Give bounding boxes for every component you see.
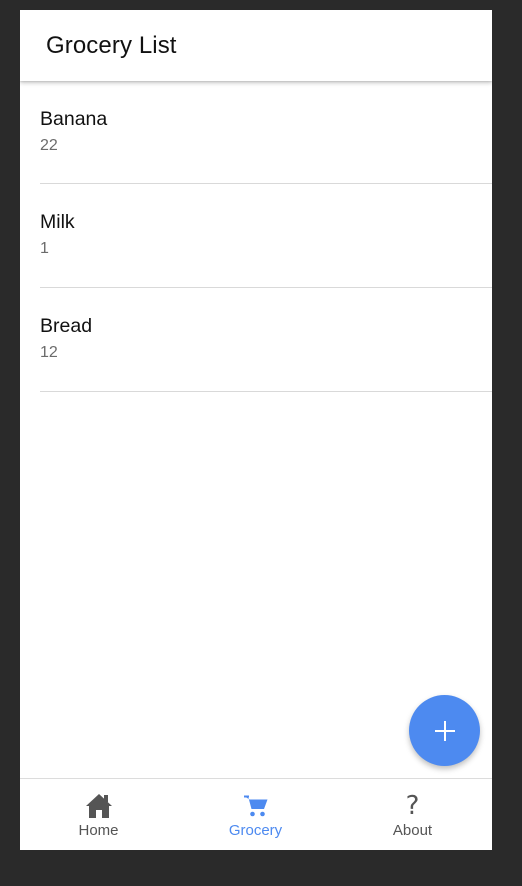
item-name: Banana <box>40 108 108 130</box>
item-name: Bread <box>40 315 93 337</box>
home-icon <box>84 792 114 820</box>
list-item[interactable]: Milk 1 <box>40 184 492 288</box>
list-item[interactable]: Banana 22 <box>40 81 492 184</box>
tab-label: About <box>392 822 433 839</box>
tab-label: Home <box>78 822 119 839</box>
item-quantity: 22 <box>40 137 58 154</box>
app-screen: Grocery List Banana 22 Milk 1 Bread 12 H… <box>20 10 492 850</box>
question-icon: ? <box>405 791 420 821</box>
plus-icon <box>434 720 455 741</box>
list-item[interactable]: Bread 12 <box>40 288 492 392</box>
item-quantity: 12 <box>40 344 58 361</box>
grocery-list: Banana 22 Milk 1 Bread 12 <box>40 81 492 392</box>
tab-label: Grocery <box>228 822 283 839</box>
tab-home[interactable]: Home <box>20 779 177 850</box>
tab-grocery[interactable]: Grocery <box>177 779 334 850</box>
page-title: Grocery List <box>46 32 177 59</box>
add-item-button[interactable] <box>409 695 480 766</box>
cart-icon <box>241 792 271 820</box>
item-name: Milk <box>40 211 75 233</box>
app-bar: Grocery List <box>20 10 492 81</box>
bottom-tab-bar: Home Grocery ? About <box>20 778 492 850</box>
item-quantity: 1 <box>40 240 49 257</box>
tab-about[interactable]: ? About <box>334 779 491 850</box>
